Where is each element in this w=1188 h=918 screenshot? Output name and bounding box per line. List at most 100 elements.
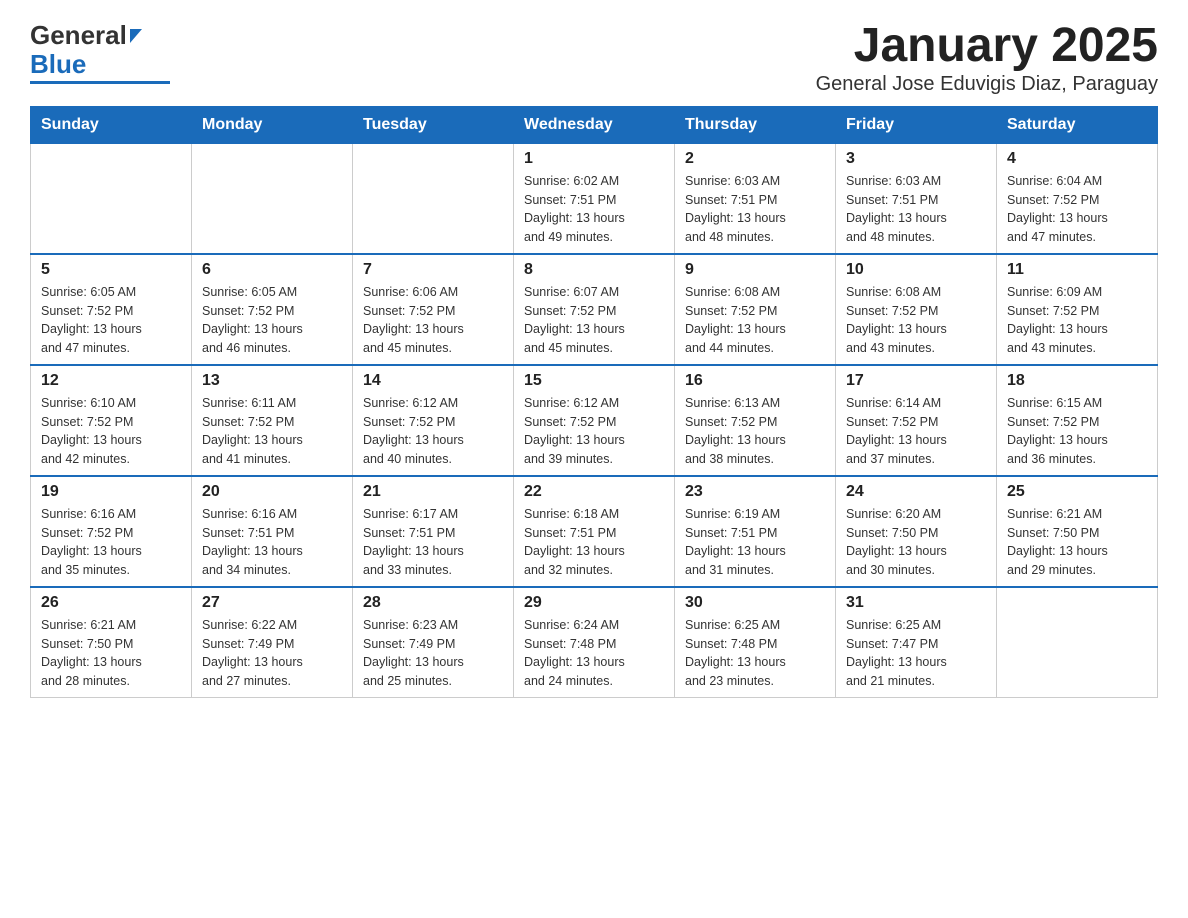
day-info: Sunrise: 6:02 AM Sunset: 7:51 PM Dayligh… [524,172,664,247]
calendar-cell: 24Sunrise: 6:20 AM Sunset: 7:50 PM Dayli… [836,476,997,587]
calendar-cell [997,587,1158,698]
calendar-cell: 5 Sunrise: 6:05 AM Sunset: 7:52 PM Daylig… [31,254,192,365]
day-number: 29 [524,594,664,612]
day-number: 22 [524,483,664,501]
day-info: Sunrise: 6:12 AM Sunset: 7:52 PM Dayligh… [363,394,503,469]
day-number: 23 [685,483,825,501]
calendar-week-4: 19Sunrise: 6:16 AM Sunset: 7:52 PM Dayli… [31,476,1158,587]
calendar-cell: 2 Sunrise: 6:03 AM Sunset: 7:51 PM Daylig… [675,143,836,254]
day-info: Sunrise: 6:18 AM Sunset: 7:51 PM Dayligh… [524,505,664,580]
calendar-cell: 28Sunrise: 6:23 AM Sunset: 7:49 PM Dayli… [353,587,514,698]
logo-general-text: General [30,20,127,51]
day-info: Sunrise: 6:17 AM Sunset: 7:51 PM Dayligh… [363,505,503,580]
calendar-cell: 12Sunrise: 6:10 AM Sunset: 7:52 PM Dayli… [31,365,192,476]
day-info: Sunrise: 6:15 AM Sunset: 7:52 PM Dayligh… [1007,394,1147,469]
day-info: Sunrise: 6:07 AM Sunset: 7:52 PM Dayligh… [524,283,664,358]
day-number: 28 [363,594,503,612]
day-info: Sunrise: 6:21 AM Sunset: 7:50 PM Dayligh… [1007,505,1147,580]
day-number: 4 [1007,150,1147,168]
calendar-week-5: 26Sunrise: 6:21 AM Sunset: 7:50 PM Dayli… [31,587,1158,698]
calendar-table: SundayMondayTuesdayWednesdayThursdayFrid… [30,106,1158,698]
calendar-cell [192,143,353,254]
calendar-header-tuesday: Tuesday [353,107,514,143]
calendar-cell: 27 Sunrise: 6:22 AM Sunset: 7:49 PM Dayli… [192,587,353,698]
day-number: 19 [41,483,181,501]
day-info: Sunrise: 6:20 AM Sunset: 7:50 PM Dayligh… [846,505,986,580]
day-number: 20 [202,483,342,501]
logo-underline [30,81,170,84]
day-number: 26 [41,594,181,612]
calendar-cell: 8 Sunrise: 6:07 AM Sunset: 7:52 PM Daylig… [514,254,675,365]
calendar-cell: 11 Sunrise: 6:09 AM Sunset: 7:52 PM Dayli… [997,254,1158,365]
calendar-cell: 16 Sunrise: 6:13 AM Sunset: 7:52 PM Dayli… [675,365,836,476]
calendar-header-friday: Friday [836,107,997,143]
day-info: Sunrise: 6:13 AM Sunset: 7:52 PM Dayligh… [685,394,825,469]
day-info: Sunrise: 6:03 AM Sunset: 7:51 PM Dayligh… [846,172,986,247]
calendar-cell: 1 Sunrise: 6:02 AM Sunset: 7:51 PM Daylig… [514,143,675,254]
page-title: January 2025 [816,20,1158,73]
calendar-header-monday: Monday [192,107,353,143]
logo-arrow-icon [130,29,142,43]
day-info: Sunrise: 6:08 AM Sunset: 7:52 PM Dayligh… [846,283,986,358]
calendar-cell: 22 Sunrise: 6:18 AM Sunset: 7:51 PM Dayli… [514,476,675,587]
calendar-cell: 13 Sunrise: 6:11 AM Sunset: 7:52 PM Dayli… [192,365,353,476]
calendar-cell: 30 Sunrise: 6:25 AM Sunset: 7:48 PM Dayli… [675,587,836,698]
calendar-cell: 26Sunrise: 6:21 AM Sunset: 7:50 PM Dayli… [31,587,192,698]
day-info: Sunrise: 6:12 AM Sunset: 7:52 PM Dayligh… [524,394,664,469]
calendar-cell: 19Sunrise: 6:16 AM Sunset: 7:52 PM Dayli… [31,476,192,587]
day-number: 7 [363,261,503,279]
day-info: Sunrise: 6:14 AM Sunset: 7:52 PM Dayligh… [846,394,986,469]
calendar-cell: 17 Sunrise: 6:14 AM Sunset: 7:52 PM Dayli… [836,365,997,476]
calendar-cell: 23 Sunrise: 6:19 AM Sunset: 7:51 PM Dayli… [675,476,836,587]
calendar-cell: 6 Sunrise: 6:05 AM Sunset: 7:52 PM Daylig… [192,254,353,365]
logo: General Blue [30,20,170,84]
day-number: 30 [685,594,825,612]
calendar-cell [353,143,514,254]
day-info: Sunrise: 6:22 AM Sunset: 7:49 PM Dayligh… [202,616,342,691]
calendar-cell: 31 Sunrise: 6:25 AM Sunset: 7:47 PM Dayli… [836,587,997,698]
day-info: Sunrise: 6:25 AM Sunset: 7:47 PM Dayligh… [846,616,986,691]
day-number: 25 [1007,483,1147,501]
day-info: Sunrise: 6:05 AM Sunset: 7:52 PM Dayligh… [202,283,342,358]
calendar-week-2: 5 Sunrise: 6:05 AM Sunset: 7:52 PM Daylig… [31,254,1158,365]
calendar-header-thursday: Thursday [675,107,836,143]
day-number: 6 [202,261,342,279]
day-info: Sunrise: 6:10 AM Sunset: 7:52 PM Dayligh… [41,394,181,469]
day-number: 15 [524,372,664,390]
calendar-cell: 10 Sunrise: 6:08 AM Sunset: 7:52 PM Dayli… [836,254,997,365]
calendar-header-row: SundayMondayTuesdayWednesdayThursdayFrid… [31,107,1158,143]
calendar-cell: 14 Sunrise: 6:12 AM Sunset: 7:52 PM Dayli… [353,365,514,476]
calendar-cell: 9Sunrise: 6:08 AM Sunset: 7:52 PM Daylig… [675,254,836,365]
day-number: 5 [41,261,181,279]
calendar-cell: 29 Sunrise: 6:24 AM Sunset: 7:48 PM Dayli… [514,587,675,698]
day-info: Sunrise: 6:03 AM Sunset: 7:51 PM Dayligh… [685,172,825,247]
calendar-cell: 18Sunrise: 6:15 AM Sunset: 7:52 PM Dayli… [997,365,1158,476]
day-info: Sunrise: 6:05 AM Sunset: 7:52 PM Dayligh… [41,283,181,358]
day-info: Sunrise: 6:04 AM Sunset: 7:52 PM Dayligh… [1007,172,1147,247]
day-number: 8 [524,261,664,279]
day-number: 17 [846,372,986,390]
calendar-cell: 20 Sunrise: 6:16 AM Sunset: 7:51 PM Dayli… [192,476,353,587]
title-section: January 2025 General Jose Eduvigis Diaz,… [816,20,1158,96]
day-info: Sunrise: 6:19 AM Sunset: 7:51 PM Dayligh… [685,505,825,580]
day-number: 2 [685,150,825,168]
calendar-header-sunday: Sunday [31,107,192,143]
day-number: 21 [363,483,503,501]
day-info: Sunrise: 6:09 AM Sunset: 7:52 PM Dayligh… [1007,283,1147,358]
calendar-cell [31,143,192,254]
day-info: Sunrise: 6:16 AM Sunset: 7:51 PM Dayligh… [202,505,342,580]
day-number: 11 [1007,261,1147,279]
day-info: Sunrise: 6:24 AM Sunset: 7:48 PM Dayligh… [524,616,664,691]
day-number: 14 [363,372,503,390]
day-number: 1 [524,150,664,168]
calendar-cell: 4 Sunrise: 6:04 AM Sunset: 7:52 PM Daylig… [997,143,1158,254]
calendar-header-saturday: Saturday [997,107,1158,143]
day-number: 27 [202,594,342,612]
day-info: Sunrise: 6:11 AM Sunset: 7:52 PM Dayligh… [202,394,342,469]
day-number: 16 [685,372,825,390]
day-number: 13 [202,372,342,390]
calendar-cell: 7Sunrise: 6:06 AM Sunset: 7:52 PM Daylig… [353,254,514,365]
day-info: Sunrise: 6:25 AM Sunset: 7:48 PM Dayligh… [685,616,825,691]
day-number: 10 [846,261,986,279]
day-number: 31 [846,594,986,612]
